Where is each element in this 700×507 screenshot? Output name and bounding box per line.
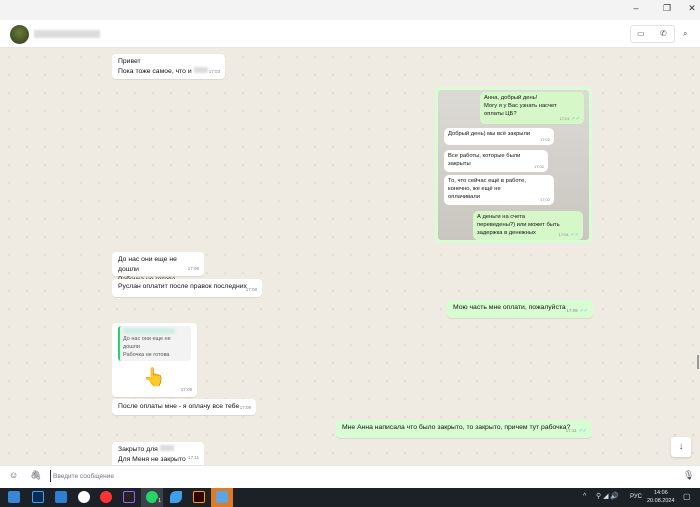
message-time: 17:11 [565,428,577,433]
search-icon[interactable]: ⌕ [683,29,687,39]
image-msg-outgoing: А деньги на счета переведены?) или может … [473,211,583,240]
clock-date[interactable]: 20.08.2024 [647,498,675,504]
message-incoming[interactable]: До нас они еще не дошли Рабочка не готов… [112,252,204,283]
message-text: После оплаты мне - я оплачу все тебе [118,403,240,410]
unread-badge: 1 [156,498,163,504]
message-text: До нас они еще не дошли [118,256,177,273]
scroll-down-button[interactable]: ↓ [671,437,691,457]
message-text: Для Меня не закрыто [118,456,186,463]
message-input[interactable] [50,470,650,482]
message-incoming[interactable]: Закрыто для Для Меня не закрыто 17:11 [112,442,204,465]
yandex-browser-icon[interactable] [78,491,90,503]
app-icon[interactable] [170,491,182,503]
app-icon [216,491,228,503]
message-incoming-reply[interactable]: До нас они еще не дошли Рабочка не готов… [112,323,197,397]
redacted [123,328,175,334]
read-ticks-icon: ✓✓ [578,428,587,434]
message-incoming[interactable]: После оплаты мне - я оплачу все тебе 17:… [112,399,256,415]
message-time: 17:08 [187,266,199,271]
message-time: 17:09 [566,308,578,313]
pointing-up-emoji: 👆 [143,367,166,387]
notifications-icon[interactable]: ▢ [683,492,691,501]
message-text: Пока тоже самое, что и [118,68,192,75]
quoted-message[interactable]: До нас они еще не дошли Рабочка не готов… [118,326,191,361]
quote-text: Рабочка не готова [123,352,170,358]
maximize-button[interactable]: ❐ [660,3,674,14]
message-text: Мне Анна написала что было закрыто, то з… [342,424,571,431]
message-time: 17:09 [180,387,192,392]
image-msg-incoming: То, что сейчас ещё в работе, конечно, же … [444,175,554,205]
yandex-icon[interactable] [100,491,112,503]
illustrator-icon[interactable] [193,491,205,503]
redacted [193,67,208,73]
scrollbar[interactable] [697,355,699,369]
message-text: Закрыто для [118,446,158,453]
redacted [159,445,174,451]
figma-icon[interactable] [123,491,135,503]
message-outgoing[interactable]: Мою часть мне оплати, пожалуйста 17:09 ✓✓ [447,300,593,318]
clock-time[interactable]: 14:06 [654,490,668,496]
message-outgoing[interactable]: Мне Анна написала что было закрыто, то з… [336,420,592,438]
screenshot-image-message[interactable]: Анна, добрый день! Могу я у Вас узнать на… [435,87,592,243]
message-time: 17:08 [245,287,257,292]
message-time: 17:09 [239,405,251,410]
tray-chevron-icon[interactable]: ^ [583,493,586,500]
message-text: Привет [118,58,141,65]
attach-icon[interactable]: 🖇 [30,470,41,481]
message-incoming[interactable]: Руслан оплатит после правок последних 17… [112,279,262,297]
image-msg-incoming: Добрый день) мы всё закрыли 17:02 [444,128,554,145]
read-ticks-icon: ✓✓ [579,308,588,314]
app-icon[interactable] [55,491,67,503]
microphone-icon[interactable]: 🎙 [683,470,694,481]
quote-text: До нас они еще не дошли [123,336,171,350]
avatar[interactable] [10,25,29,44]
minimize-button[interactable]: – [629,3,643,13]
tray-icons[interactable]: ⚲ ◢ 🔊 [596,492,619,500]
message-time: 17:11 [188,455,199,460]
emoji-icon[interactable]: ☺ [9,470,18,480]
language-indicator[interactable]: РУС [630,494,642,500]
chat-header[interactable] [0,20,700,48]
chat-area[interactable] [0,48,700,465]
photoshop-icon[interactable] [32,491,44,503]
message-text: Руслан оплатит после правок последних [118,283,247,290]
phone-icon[interactable]: ✆ [660,29,667,38]
store-icon[interactable] [8,491,20,503]
title-bar [0,0,700,20]
contact-name-redacted[interactable] [34,30,100,38]
message-incoming[interactable]: Привет Пока тоже самое, что и 17:03 [112,54,225,79]
close-button[interactable]: ✕ [685,3,699,14]
video-icon[interactable]: ▭ [637,29,645,38]
image-msg-incoming: Все работы, которые были закрыты 17:02 [444,150,548,172]
image-msg-outgoing: Анна, добрый день! Могу я у Вас узнать на… [480,92,584,124]
message-time: 17:03 [208,69,220,74]
